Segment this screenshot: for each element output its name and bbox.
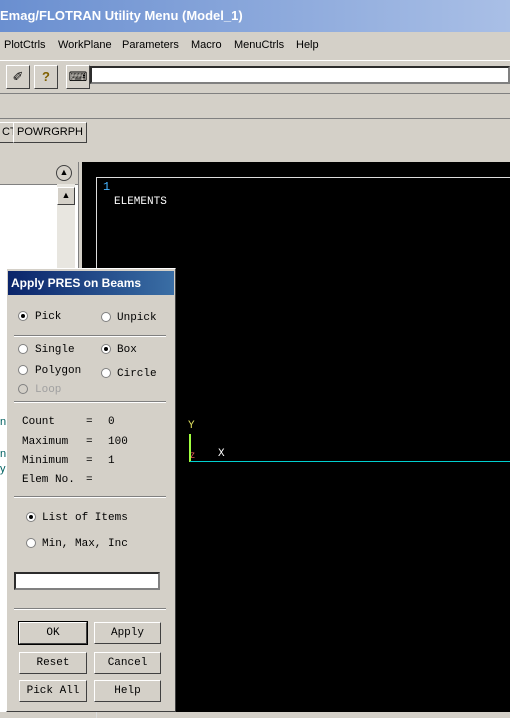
pick-input[interactable] bbox=[14, 572, 160, 590]
menu-parameters[interactable]: Parameters bbox=[122, 39, 179, 51]
equals-sign: = bbox=[86, 474, 93, 486]
plot-label: ELEMENTS bbox=[114, 196, 167, 208]
polygon-radio[interactable] bbox=[18, 365, 28, 375]
quick-toolbar: CT POWRGRPH bbox=[0, 120, 510, 144]
box-radio[interactable] bbox=[101, 344, 111, 354]
unpick-label: Unpick bbox=[117, 312, 157, 324]
tree-header: ▲ bbox=[0, 162, 78, 185]
menu-bar: PlotCtrls WorkPlane Parameters Macro Men… bbox=[0, 33, 510, 57]
circle-label: Circle bbox=[117, 368, 157, 380]
loop-label: Loop bbox=[35, 384, 62, 396]
powrgrph-button[interactable]: POWRGRPH bbox=[13, 122, 87, 143]
equals-sign: = bbox=[86, 455, 93, 467]
beam-element-line bbox=[190, 461, 510, 462]
ok-button[interactable]: OK bbox=[18, 621, 88, 645]
min-max-inc-radio[interactable] bbox=[26, 538, 36, 548]
toolbar-band bbox=[0, 92, 510, 119]
unpick-radio[interactable] bbox=[101, 312, 111, 322]
help-button[interactable]: Help bbox=[94, 680, 161, 702]
separator bbox=[14, 608, 166, 610]
equals-sign: = bbox=[86, 416, 93, 428]
pick-radio[interactable] bbox=[18, 311, 28, 321]
single-label: Single bbox=[35, 344, 75, 356]
title-bar: Emag/FLOTRAN Utility Menu (Model_1) bbox=[0, 0, 510, 32]
maximum-value: 100 bbox=[108, 436, 128, 448]
minimum-label: Minimum bbox=[22, 455, 69, 467]
dialog-title-bar: Apply PRES on Beams bbox=[8, 271, 174, 295]
menu-macro[interactable]: Macro bbox=[191, 39, 222, 51]
separator bbox=[14, 401, 166, 403]
pick-label: Pick bbox=[35, 311, 62, 323]
cancel-button[interactable]: Cancel bbox=[94, 652, 161, 674]
single-radio[interactable] bbox=[18, 344, 28, 354]
polygon-label: Polygon bbox=[35, 365, 82, 377]
axis-y-line bbox=[189, 434, 191, 462]
separator bbox=[14, 496, 166, 498]
apply-button[interactable]: Apply bbox=[94, 622, 161, 644]
menu-workplane[interactable]: WorkPlane bbox=[58, 39, 112, 51]
equals-sign: = bbox=[86, 436, 93, 448]
collapse-icon[interactable]: ▲ bbox=[56, 165, 72, 181]
window-number: 1 bbox=[103, 180, 111, 194]
axis-x-label: X bbox=[218, 448, 225, 460]
count-label: Count bbox=[22, 416, 56, 428]
menu-menuctrls[interactable]: MenuCtrls bbox=[234, 39, 284, 51]
list-items-radio[interactable] bbox=[26, 512, 36, 522]
list-items-label: List of Items bbox=[42, 512, 128, 524]
count-value: 0 bbox=[108, 416, 115, 428]
menu-plotctrls[interactable]: PlotCtrls bbox=[4, 39, 46, 51]
report-icon[interactable]: ✐ bbox=[6, 65, 30, 89]
circle-radio[interactable] bbox=[101, 368, 111, 378]
box-label: Box bbox=[117, 344, 137, 356]
menu-help[interactable]: Help bbox=[296, 39, 319, 51]
tree-fragment: y bbox=[0, 463, 6, 475]
minimum-value: 1 bbox=[108, 455, 115, 467]
scroll-up-icon[interactable]: ▲ bbox=[57, 187, 75, 205]
maximum-label: Maximum bbox=[22, 436, 69, 448]
pick-all-button[interactable]: Pick All bbox=[19, 680, 87, 702]
window-title: Emag/FLOTRAN Utility Menu (Model_1) bbox=[0, 8, 243, 23]
dialog-title: Apply PRES on Beams bbox=[11, 276, 142, 290]
elemno-label: Elem No. bbox=[22, 474, 75, 486]
keyboard-icon[interactable]: ⌨ bbox=[66, 65, 90, 89]
loop-radio bbox=[18, 384, 28, 394]
command-input[interactable] bbox=[90, 66, 510, 84]
axis-y-label: Y bbox=[188, 420, 195, 432]
separator bbox=[14, 335, 166, 337]
min-max-inc-label: Min, Max, Inc bbox=[42, 538, 128, 550]
help-icon[interactable]: ? bbox=[34, 65, 58, 89]
reset-button[interactable]: Reset bbox=[19, 652, 87, 674]
